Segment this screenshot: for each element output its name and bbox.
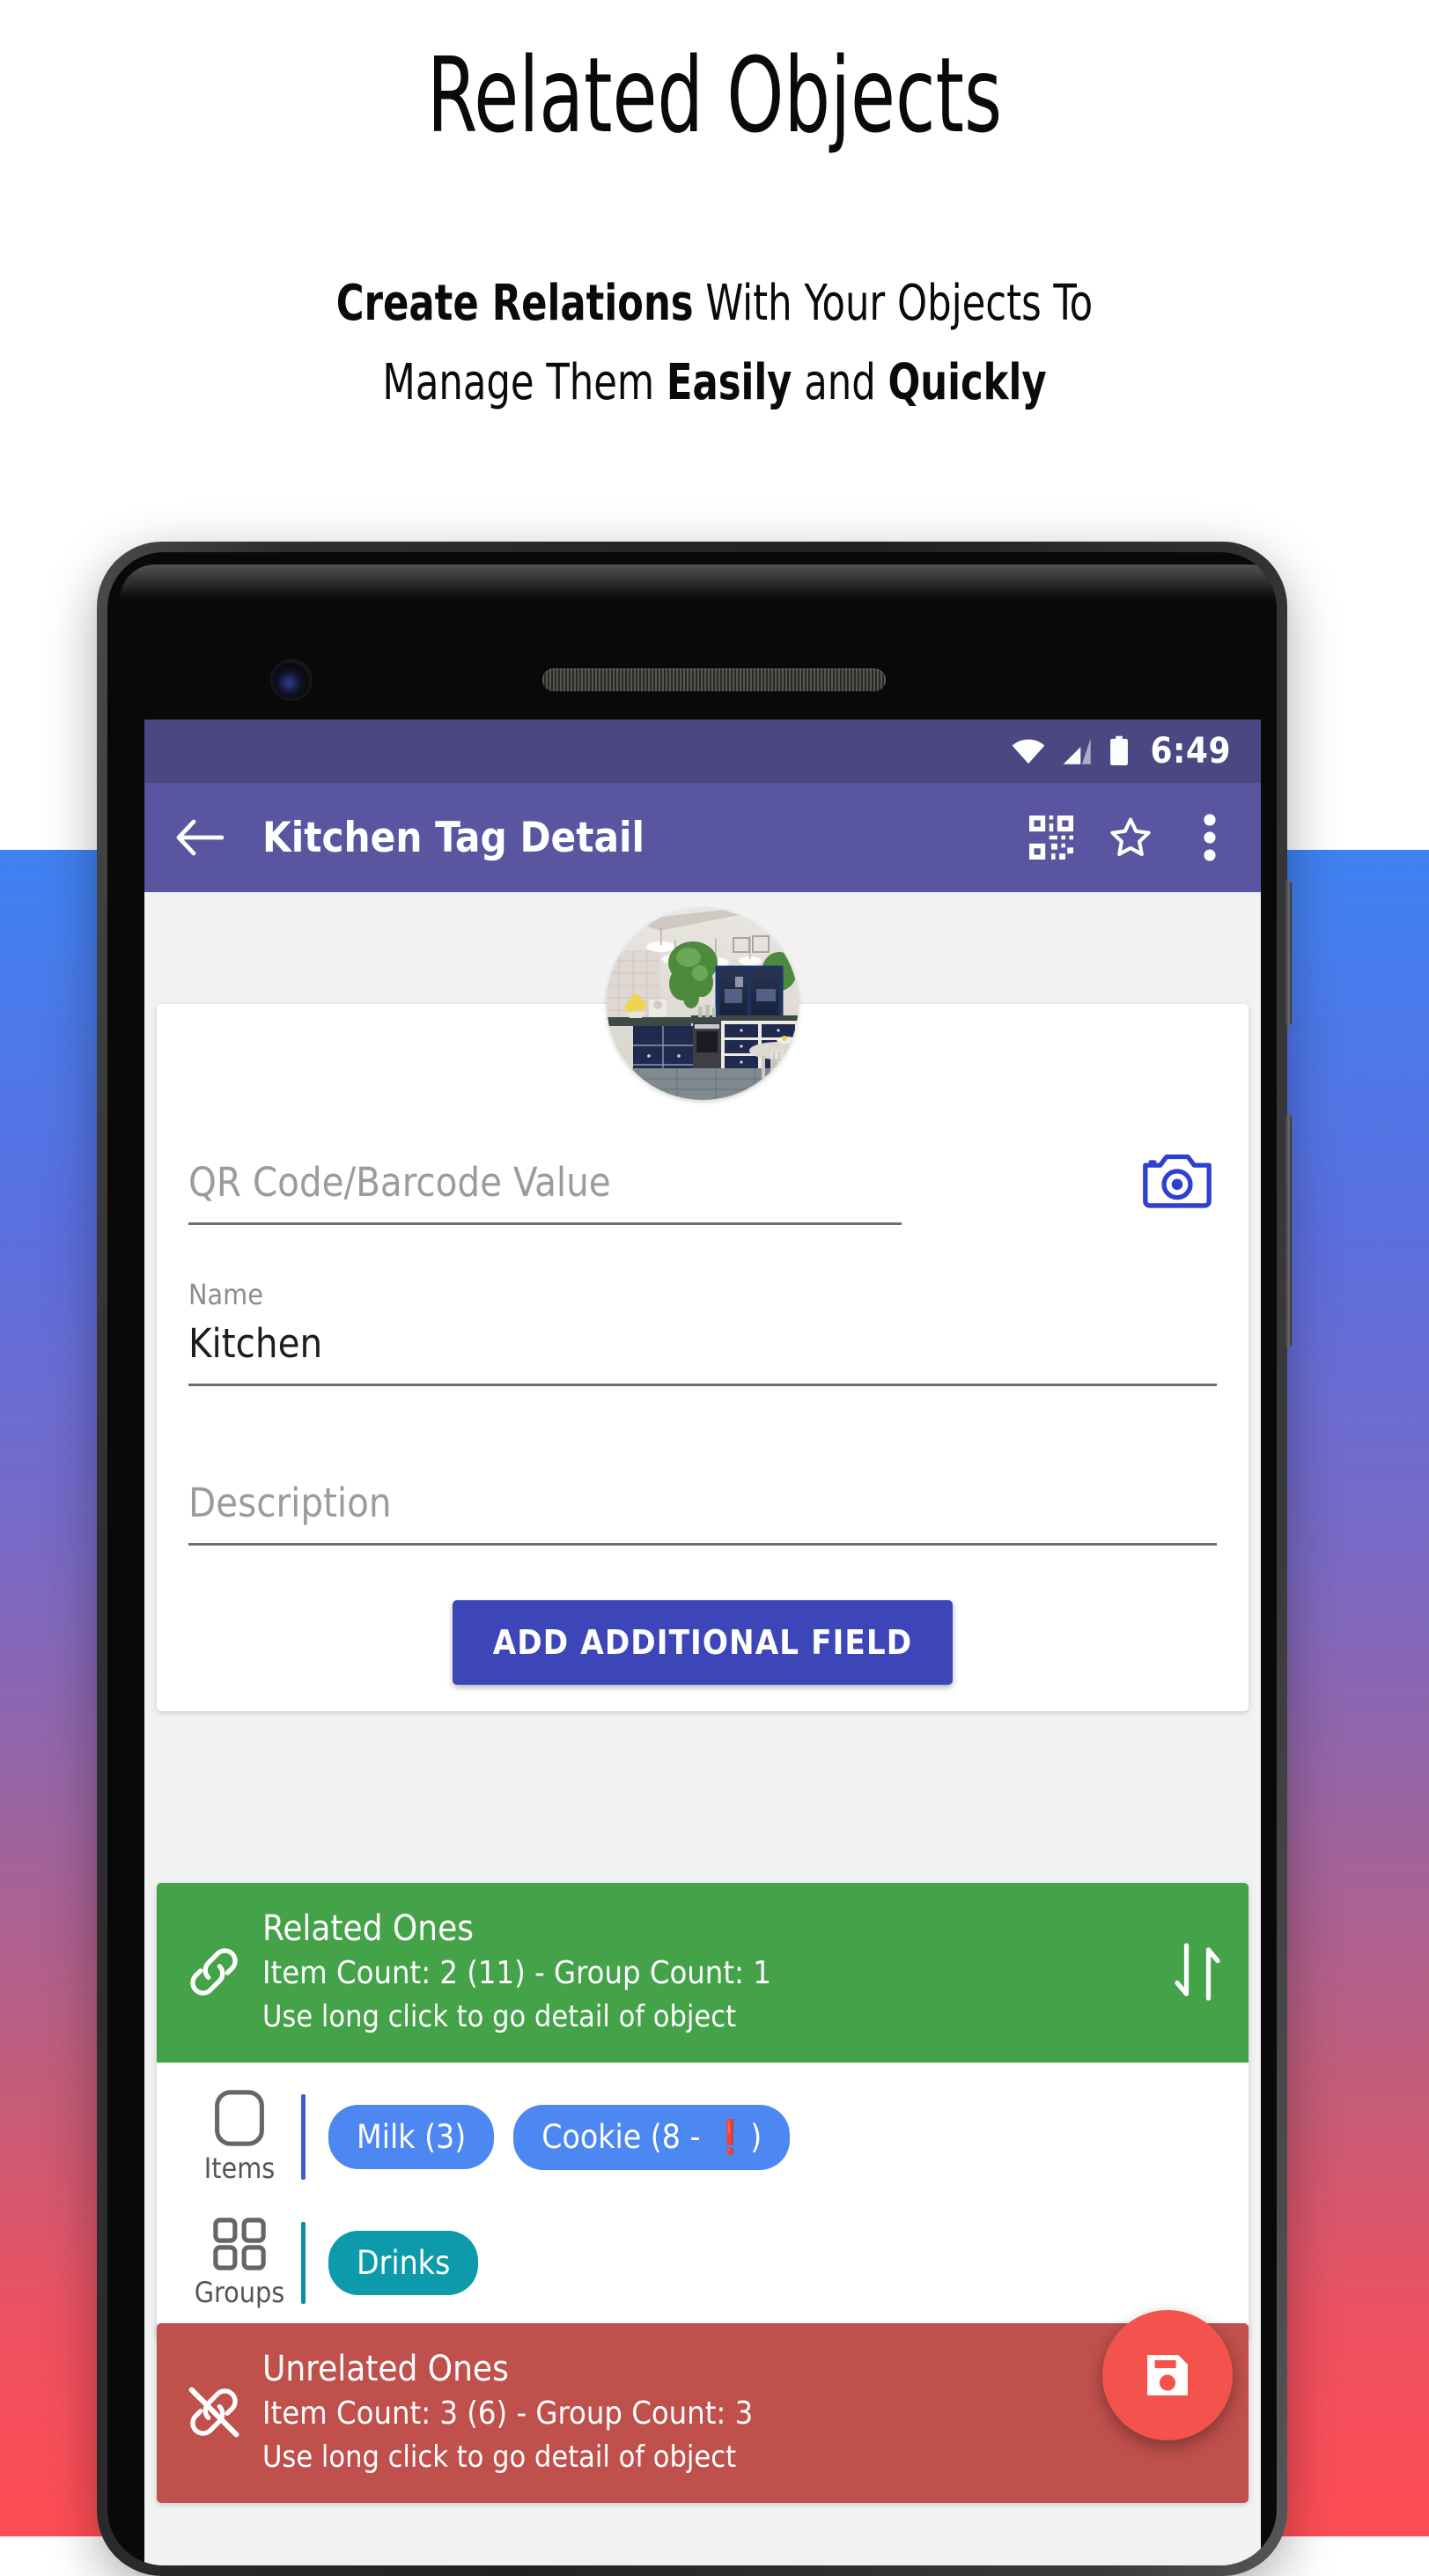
status-clock: 6:49: [1150, 731, 1231, 771]
kitchen-photo-icon: [607, 908, 799, 1100]
battery-full-icon: [1110, 735, 1129, 766]
chip-drinks-label: Drinks: [357, 2244, 451, 2282]
qr-code-input[interactable]: QR Code/Barcode Value: [188, 1154, 902, 1225]
favorite-star-button[interactable]: [1106, 813, 1155, 862]
sort-arrows-icon[interactable]: [1171, 1940, 1224, 2004]
phone-mockup: 6:49 Kitchen Tag Detail QR Code/Barcode …: [97, 542, 1292, 2576]
page-title: Related Objects: [426, 34, 1003, 156]
subtitle-line1-rest: With Your Objects To: [693, 275, 1094, 332]
description-input[interactable]: Description: [188, 1474, 1217, 1546]
chip-cookie-label: Cookie (8 -: [541, 2117, 711, 2156]
detail-form-card: QR Code/Barcode Value Name Kitchen Descr…: [157, 1004, 1249, 1711]
app-bar-title: Kitchen Tag Detail: [262, 813, 645, 862]
qr-code-button[interactable]: [1027, 813, 1076, 862]
unrelated-ones-section: Unrelated Ones Item Count: 3 (6) - Group…: [157, 2323, 1249, 2503]
related-ones-hint: Use long click to go detail of object: [262, 1999, 737, 2034]
qr-code-icon: [1029, 816, 1073, 860]
overflow-menu-button[interactable]: [1185, 813, 1234, 862]
subtitle-bold-quickly: Quickly: [888, 354, 1047, 411]
status-bar: 6:49: [144, 720, 1261, 783]
chip-drinks[interactable]: Drinks: [328, 2231, 479, 2295]
unrelated-ones-count: Item Count: 3 (6) - Group Count: 3: [262, 2395, 754, 2432]
star-outline-icon: [1110, 817, 1151, 857]
description-field-wrapper: Description: [188, 1474, 1217, 1546]
groups-row-label: Groups: [183, 2217, 296, 2309]
name-field-wrapper: Name Kitchen: [188, 1278, 1217, 1386]
item-square-icon: [215, 2090, 264, 2146]
chip-cookie[interactable]: Cookie (8 - ❗): [513, 2104, 791, 2170]
related-ones-text: Related Ones Item Count: 2 (11) - Group …: [262, 1906, 1159, 2038]
related-ones-title: Related Ones: [262, 1908, 474, 1949]
screen-glare: [120, 565, 1277, 600]
broken-link-icon: [188, 2387, 239, 2438]
avatar[interactable]: [607, 908, 799, 1100]
qr-code-field-wrapper: QR Code/Barcode Value: [188, 1154, 1217, 1225]
chip-cookie-warning-icon: ❗: [710, 2117, 751, 2156]
phone-screen: 6:49 Kitchen Tag Detail QR Code/Barcode …: [144, 720, 1261, 2565]
items-row-label: Items: [183, 2089, 296, 2185]
volume-button[interactable]: [1285, 1114, 1292, 1347]
unrelated-ones-text: Unrelated Ones Item Count: 3 (6) - Group…: [262, 2346, 1224, 2478]
front-camera-icon: [273, 661, 310, 698]
power-button[interactable]: [1285, 881, 1292, 1026]
related-ones-count: Item Count: 2 (11) - Group Count: 1: [262, 1955, 771, 1991]
phone-bezel: 6:49 Kitchen Tag Detail QR Code/Barcode …: [107, 552, 1277, 2565]
items-label: Items: [203, 2152, 276, 2185]
save-fab-button[interactable]: [1102, 2310, 1233, 2440]
related-ones-body: Items Milk (3) Cookie (8 - ❗) Groups Dri…: [157, 2063, 1249, 2339]
unrelated-ones-title: Unrelated Ones: [262, 2349, 509, 2389]
cellular-signal-icon: [1064, 738, 1092, 764]
chip-milk[interactable]: Milk (3): [328, 2105, 495, 2169]
groups-row: Groups Drinks: [157, 2201, 1249, 2325]
items-row-divider: [301, 2094, 306, 2180]
groups-row-divider: [301, 2222, 306, 2304]
items-row: Items Milk (3) Cookie (8 - ❗): [157, 2073, 1249, 2201]
groups-label: Groups: [194, 2276, 285, 2309]
more-vertical-icon: [1204, 814, 1216, 861]
items-chip-list: Milk (3) Cookie (8 - ❗): [328, 2104, 791, 2170]
screen-content: QR Code/Barcode Value Name Kitchen Descr…: [144, 892, 1261, 2565]
save-floppy-icon: [1147, 2355, 1188, 2395]
name-input[interactable]: Kitchen: [188, 1315, 1217, 1386]
wifi-icon: [1013, 739, 1045, 764]
speaker-grille: [542, 668, 886, 691]
groups-chip-list: Drinks: [328, 2231, 479, 2295]
chip-cookie-suffix: ): [750, 2117, 762, 2156]
unrelated-ones-header[interactable]: Unrelated Ones Item Count: 3 (6) - Group…: [157, 2323, 1249, 2503]
subtitle-line2-a: Manage Them: [382, 354, 667, 411]
group-grid-icon: [213, 2218, 266, 2270]
camera-icon: [1143, 1154, 1212, 1208]
subtitle-bold-easily: Easily: [666, 354, 792, 411]
subtitle-bold-create-relations: Create Relations: [335, 275, 694, 332]
add-additional-field-button[interactable]: ADD ADDITIONAL FIELD: [452, 1600, 954, 1685]
name-field-label: Name: [188, 1278, 263, 1311]
promo-subtitle: Create Relations With Your Objects To Ma…: [100, 264, 1330, 423]
app-bar: Kitchen Tag Detail: [144, 783, 1261, 892]
link-icon-wrapper: [181, 1939, 247, 2004]
back-arrow-icon[interactable]: [174, 818, 224, 857]
related-ones-section: Related Ones Item Count: 2 (11) - Group …: [157, 1883, 1249, 2339]
link-icon: [190, 1948, 238, 1996]
subtitle-line2-b: and: [792, 354, 888, 411]
related-ones-header[interactable]: Related Ones Item Count: 2 (11) - Group …: [157, 1883, 1249, 2063]
chip-milk-label: Milk (3): [357, 2118, 467, 2156]
camera-button[interactable]: [1141, 1150, 1213, 1210]
broken-link-icon-wrapper: [181, 2380, 247, 2445]
unrelated-ones-hint: Use long click to go detail of object: [262, 2439, 737, 2475]
